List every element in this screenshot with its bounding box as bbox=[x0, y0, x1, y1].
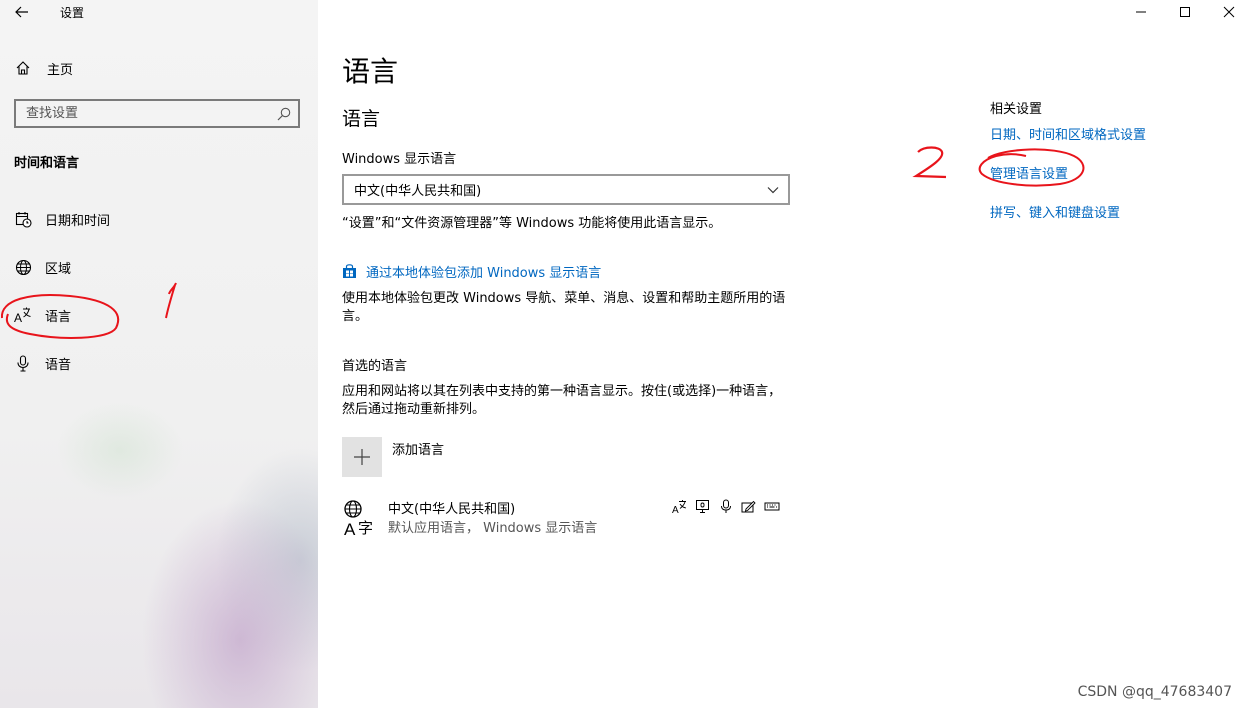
sidebar-item-label: 主页 bbox=[47, 62, 74, 78]
back-button[interactable] bbox=[8, 0, 36, 24]
language-detail: 默认应用语言， Windows 显示语言 bbox=[388, 521, 598, 536]
sidebar-item-label: 日期和时间 bbox=[45, 213, 111, 229]
calendar-clock-icon bbox=[14, 210, 32, 228]
add-language-label: 添加语言 bbox=[392, 443, 445, 458]
minimize-button[interactable] bbox=[1118, 0, 1164, 24]
display-language-feature-icon: A bbox=[671, 498, 688, 515]
page-title: 语言 bbox=[342, 55, 399, 88]
language-list-item[interactable]: A 字 中文(中华人民共和国) 默认应用语言， Windows 显示语言 A bbox=[342, 496, 790, 540]
back-arrow-icon bbox=[15, 6, 28, 18]
language-name: 中文(中华人民共和国) bbox=[388, 502, 516, 517]
section-title: 语言 bbox=[342, 108, 381, 130]
related-settings-title: 相关设置 bbox=[990, 102, 1043, 117]
related-link-spelling-typing[interactable]: 拼写、键入和键盘设置 bbox=[990, 202, 1120, 221]
handwriting-feature-icon bbox=[740, 498, 757, 515]
svg-text:A: A bbox=[14, 311, 22, 324]
keyboard-feature-icon bbox=[763, 498, 780, 515]
language-glyph-icon: A 字 bbox=[344, 500, 373, 538]
display-language-label: Windows 显示语言 bbox=[342, 152, 457, 167]
app-title: 设置 bbox=[60, 6, 85, 20]
store-link[interactable]: 通过本地体验包添加 Windows 显示语言 bbox=[342, 262, 601, 281]
speech-recognition-feature-icon bbox=[717, 498, 734, 515]
sidebar-item-label: 语言 bbox=[45, 309, 72, 325]
sidebar-item-speech[interactable]: 语音 bbox=[0, 345, 318, 381]
text-to-speech-feature-icon bbox=[694, 498, 711, 515]
add-language-button[interactable]: 添加语言 bbox=[342, 437, 444, 477]
display-language-select[interactable]: 中文(中华人民共和国) bbox=[342, 174, 790, 205]
svg-text:字: 字 bbox=[358, 519, 373, 537]
related-link-manage-language[interactable]: 管理语言设置 bbox=[990, 163, 1068, 182]
search-input[interactable] bbox=[16, 106, 276, 121]
search-box bbox=[14, 99, 300, 128]
chevron-down-icon bbox=[767, 187, 779, 194]
main-content: 语言 语言 Windows 显示语言 中文(中华人民共和国) “设置”和“文件资… bbox=[318, 0, 1248, 708]
sidebar-item-date-time[interactable]: 日期和时间 bbox=[0, 201, 318, 237]
sidebar-item-label: 语音 bbox=[45, 357, 72, 373]
language-features: A bbox=[671, 498, 780, 515]
preferred-languages-description: 应用和网站将以其在列表中支持的第一种语言显示。按住(或选择)一种语言，然后通过拖… bbox=[342, 384, 782, 417]
store-link-description: 使用本地体验包更改 Windows 导航、菜单、消息、设置和帮助主题所用的语言。 bbox=[342, 291, 786, 324]
sidebar: 设置 主页 时间和语言 日期和时间 区域 A 语言 语音 bbox=[0, 0, 318, 708]
sidebar-item-home[interactable]: 主页 bbox=[0, 50, 318, 86]
related-link-datetime-format[interactable]: 日期、时间和区域格式设置 bbox=[990, 124, 1146, 143]
sidebar-item-language[interactable]: A 语言 bbox=[0, 297, 318, 333]
watermark: CSDN @qq_47683407 bbox=[1077, 684, 1232, 700]
microphone-icon bbox=[14, 354, 32, 372]
svg-text:A: A bbox=[672, 505, 679, 514]
svg-text:A: A bbox=[344, 520, 356, 538]
minimize-icon bbox=[1136, 11, 1146, 13]
close-icon bbox=[1223, 6, 1235, 18]
home-icon bbox=[14, 59, 32, 77]
search-icon[interactable] bbox=[276, 106, 292, 122]
plus-icon bbox=[342, 437, 382, 477]
display-language-value: 中文(中华人民共和国) bbox=[354, 184, 482, 199]
store-link-label: 通过本地体验包添加 Windows 显示语言 bbox=[366, 266, 602, 281]
maximize-button[interactable] bbox=[1162, 0, 1208, 24]
display-language-note: “设置”和“文件资源管理器”等 Windows 功能将使用此语言显示。 bbox=[342, 216, 722, 231]
maximize-icon bbox=[1180, 7, 1190, 17]
sidebar-item-label: 区域 bbox=[45, 261, 72, 277]
language-icon: A bbox=[14, 306, 32, 324]
close-button[interactable] bbox=[1206, 0, 1248, 24]
preferred-languages-title: 首选的语言 bbox=[342, 359, 408, 374]
store-icon bbox=[343, 264, 356, 278]
title-bar: 设置 bbox=[0, 0, 318, 24]
globe-icon bbox=[14, 258, 32, 276]
section-title: 时间和语言 bbox=[14, 156, 80, 171]
sidebar-item-region[interactable]: 区域 bbox=[0, 249, 318, 285]
